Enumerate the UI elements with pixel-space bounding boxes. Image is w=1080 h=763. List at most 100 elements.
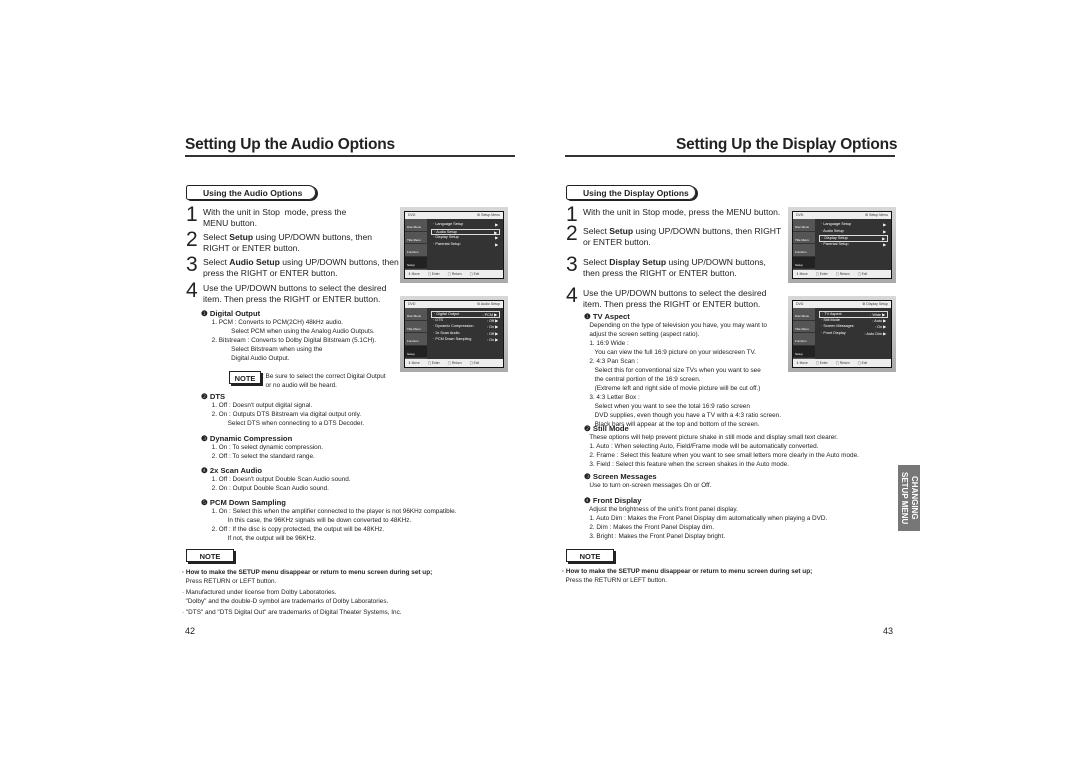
menu-footer-hint: ⇕ Move xyxy=(408,361,420,365)
step: 1 With the unit in Stop mode, press the M… xyxy=(186,203,347,229)
menu-side-item: Setup xyxy=(405,256,427,269)
note-text: Press the RETURN or LEFT button. xyxy=(562,577,668,584)
menu-footer-hint: ▢ Exit xyxy=(469,361,480,365)
menu-sidebar: Disc Menu Title Menu Function Setup xyxy=(793,219,815,270)
menu-footer-hint: ▢ Exit xyxy=(857,272,868,276)
menu-item-value: ▶ xyxy=(882,237,885,241)
menu-header: DVD ⚙ Setup Menu xyxy=(793,212,891,219)
note-label: NOTE xyxy=(186,549,234,562)
step-number: 4 xyxy=(186,279,198,302)
menu-sidebar: Disc Menu Title Menu Function Setup xyxy=(405,219,427,270)
option-description: 1. On : Select this when the amplifier c… xyxy=(211,508,457,542)
menu-sidebar: Disc Menu Title Menu Function Setup xyxy=(405,308,427,359)
title-rule xyxy=(565,155,895,157)
step-number: 3 xyxy=(186,253,198,276)
option-description: 1. Off : Doesn't output digital signal. … xyxy=(211,402,365,427)
menu-side-item: Setup xyxy=(405,345,427,358)
menu-item: · Parental Setup ▶ xyxy=(819,242,888,249)
menu-sidebar: Disc Menu Title Menu Function Setup xyxy=(793,308,815,359)
step-text: Select Setup using UP/DOWN buttons, then… xyxy=(583,226,782,247)
menu-brand: DVD xyxy=(408,302,416,306)
step: 3 Select Display Setup using UP/DOWN butt… xyxy=(566,253,766,279)
menu-footer-hint: ⇕ Move xyxy=(796,272,808,276)
menu-item-label: · Parental Setup xyxy=(821,241,849,246)
option-item: ❹ Front Display Adjust the brightness of… xyxy=(584,496,827,541)
menu-side-item: Function xyxy=(405,244,427,257)
option-heading: ❷ Still Mode xyxy=(584,424,629,433)
note-bullet: · Manufactured under license from Dolby … xyxy=(182,588,388,606)
menu-item-value: ▶ xyxy=(494,230,497,235)
menu-brand: DVD xyxy=(796,213,804,217)
side-tab: CHANGING SETUP MENU xyxy=(898,465,920,531)
option-item: ❺ PCM Down Sampling 1. On : Select this … xyxy=(201,498,456,543)
menu-footer-hint: ▢ Exit xyxy=(469,272,480,276)
menu-side-item: Function xyxy=(793,333,815,346)
menu-footer-hint: ▢ Return xyxy=(447,361,462,365)
menu-side-item: Disc Menu xyxy=(793,308,815,321)
menu-item-label: · Audio Setup xyxy=(434,229,457,234)
menu-footer-hint: ▢ Return xyxy=(835,272,850,276)
menu-screen: DVD ⚙ Setup Menu Disc Menu Title Menu Functi… xyxy=(404,211,504,279)
menu-title: ⚙ Setup Menu xyxy=(477,213,500,217)
option-description: 1. PCM : Converts to PCM(2CH) 48kHz audi… xyxy=(211,319,377,362)
menu-side-item: Disc Menu xyxy=(405,308,427,321)
step-number: 2 xyxy=(566,222,578,245)
menu-item-label: · Audio Setup xyxy=(821,228,844,233)
setup-menu-screenshot: DVD ⚙ Audio Setup Disc Menu Title Menu Funct… xyxy=(400,296,508,372)
menu-header: DVD ⚙ Setup Menu xyxy=(405,212,503,219)
menu-side-item: Function xyxy=(793,244,815,257)
note-text: : Be sure to select the correct Digital … xyxy=(262,373,386,389)
menu-footer: ⇕ Move ▢ Enter ▢ Return ▢ Exit xyxy=(793,270,891,278)
note-label: NOTE xyxy=(229,371,261,384)
option-item: ❹ 2x Scan Audio 1. Off : Doesn't output … xyxy=(201,466,351,493)
menu-footer-hint: ▢ Enter xyxy=(427,272,440,276)
title-rule xyxy=(185,155,515,157)
option-item: ❸ Screen Messages Use to turn on-screen … xyxy=(584,472,711,490)
menu-header: DVD ⚙ Audio Setup xyxy=(405,301,503,308)
step-number: 2 xyxy=(186,228,198,251)
menu-footer-hint: ▢ Return xyxy=(835,361,850,365)
menu-item-label: · TV Aspect xyxy=(822,312,842,316)
menu-item-value: ▶ xyxy=(495,242,498,247)
option-description: Depending on the type of television you … xyxy=(589,322,782,428)
menu-side-item: Disc Menu xyxy=(793,219,815,232)
step: 2 Select Setup using UP/DOWN buttons, the… xyxy=(186,228,372,254)
option-description: Use to turn on-screen messages On or Off… xyxy=(584,482,712,489)
menu-screen: DVD ⚙ Setup Menu Disc Menu Title Menu Functi… xyxy=(792,211,892,279)
option-item: ❶ TV Aspect Depending on the type of tel… xyxy=(584,312,781,429)
step-number: 4 xyxy=(566,284,578,307)
step: 2 Select Setup using UP/DOWN buttons, the… xyxy=(566,222,782,248)
menu-footer-hint: ▢ Enter xyxy=(815,272,828,276)
step-number: 3 xyxy=(566,253,578,276)
note-text: Press RETURN or LEFT button. xyxy=(182,578,277,585)
menu-side-item: Function xyxy=(405,333,427,346)
note-bold: · How to make the SETUP menu disappear o… xyxy=(182,569,433,576)
menu-brand: DVD xyxy=(408,213,416,217)
option-description: Adjust the brightness of the unit's fron… xyxy=(588,506,828,540)
option-heading: ❺ PCM Down Sampling xyxy=(201,498,286,507)
menu-item-value: : Auto Dim ▶ xyxy=(864,331,887,336)
menu-title: ⚙ Setup Menu xyxy=(865,213,888,217)
menu-footer-hint: ▢ Enter xyxy=(815,361,828,365)
menu-footer: ⇕ Move ▢ Enter ▢ Return ▢ Exit xyxy=(793,359,891,367)
menu-item-label: · Language Setup xyxy=(433,222,464,226)
menu-item: · PCM Down Sampling: On ▶ xyxy=(431,337,500,344)
section-heading-audio: Using the Audio Options xyxy=(186,185,316,200)
step-text: With the unit in Stop mode, press the ME… xyxy=(203,207,347,228)
option-item: ❸ Dynamic Compression 1. On : To select … xyxy=(201,434,323,461)
menu-item-label: · Display Setup xyxy=(822,236,848,240)
step: 4 Use the UP/DOWN buttons to select the d… xyxy=(566,284,766,310)
menu-brand: DVD xyxy=(796,302,804,306)
menu-items: · Digital Output: PCM ▶ · DTS: Off ▶ · Dyn… xyxy=(431,311,500,344)
menu-items: · TV Aspect: Wide ▶ · Still Mode: Auto ▶ ·… xyxy=(819,311,888,337)
setup-menu-screenshot: DVD ⚙ Setup Menu Disc Menu Title Menu Functi… xyxy=(788,207,896,283)
note-text: · Manufactured under license from Dolby … xyxy=(182,589,389,605)
menu-item-label: · Parental Setup xyxy=(433,241,461,246)
menu-item-value: ▶ xyxy=(883,229,886,234)
menu-side-item: Title Menu xyxy=(793,321,815,333)
step-number: 1 xyxy=(186,203,198,226)
menu-footer-hint: ▢ Return xyxy=(447,272,462,276)
option-heading: ❶ TV Aspect xyxy=(584,312,630,321)
step: 3 Select Audio Setup using UP/DOWN button… xyxy=(186,253,399,279)
menu-side-item: Title Menu xyxy=(405,321,427,333)
